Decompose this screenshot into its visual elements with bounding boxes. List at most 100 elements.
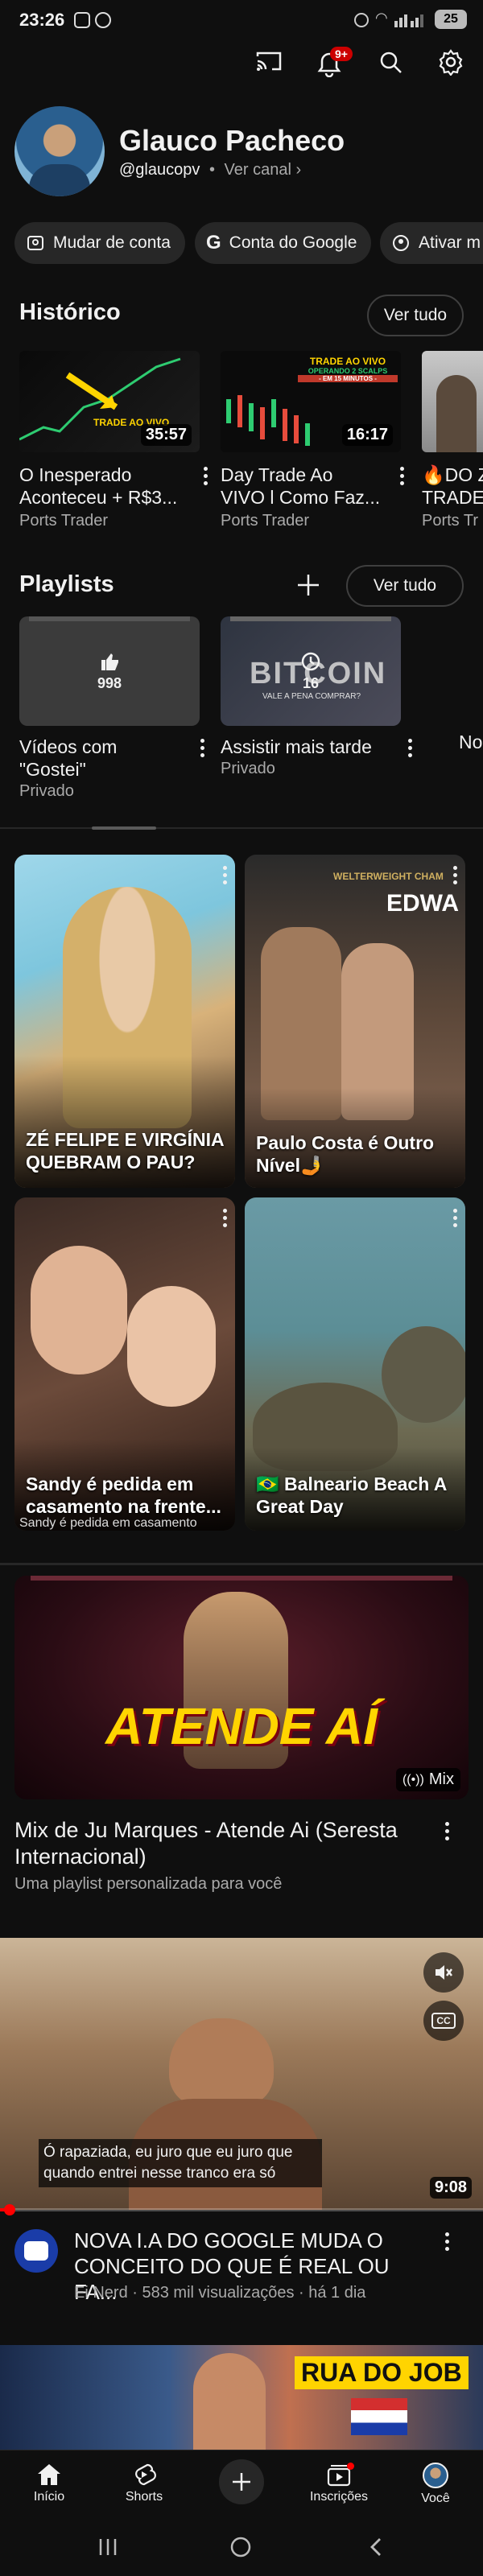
liked-count-overlay: 998: [19, 616, 200, 726]
google-account-chip[interactable]: G Conta do Google: [195, 222, 372, 264]
playlist-title-new[interactable]: No: [459, 731, 483, 753]
more-vert-icon[interactable]: [203, 467, 208, 488]
thumbs-up-icon: [101, 653, 118, 670]
video-player[interactable]: CC Ó rapaziada, eu juro que eu juro que …: [0, 1938, 483, 2210]
more-vert-icon[interactable]: [399, 467, 404, 488]
playlists-see-all-button[interactable]: Ver tudo: [346, 565, 464, 607]
alarm-icon: [354, 13, 369, 27]
more-vert-icon[interactable]: [407, 739, 412, 760]
more-vert-icon[interactable]: [222, 866, 227, 888]
video-views: 583 mil visualizações: [142, 2284, 295, 2302]
history-title-1-line2: Aconteceu + R$3...: [19, 487, 178, 508]
captions-button[interactable]: CC: [423, 2001, 464, 2041]
watch-later-count: 16: [302, 674, 320, 691]
create-button[interactable]: [219, 2459, 264, 2504]
profile-meta[interactable]: @glaucopv • Ver canal ›: [119, 161, 301, 179]
incognito-chip[interactable]: Ativar m: [380, 222, 483, 264]
more-vert-icon[interactable]: [222, 1209, 227, 1230]
nav-home[interactable]: Início: [13, 2463, 85, 2504]
short-card-4[interactable]: 🇧🇷 Balneario Beach A Great Day: [245, 1197, 465, 1531]
history-title-2[interactable]: Day Trade Ao VIVO l Como Faz...: [221, 464, 398, 509]
short-caption-2: Paulo Costa é Outro Nível🤳: [256, 1132, 435, 1176]
short-2-banner-text2: EDWA: [386, 890, 459, 917]
settings-gear-icon[interactable]: [437, 48, 464, 76]
nav-home-label: Início: [33, 2490, 65, 2504]
person-silhouette: [436, 375, 477, 452]
nav-shorts[interactable]: Shorts: [108, 2463, 180, 2504]
mix-thumbnail[interactable]: ATENDE AÍ ((•)) Mix: [14, 1576, 469, 1799]
cast-icon[interactable]: [256, 50, 282, 72]
add-playlist-icon[interactable]: [296, 573, 320, 597]
playlist-thumb-watch-later[interactable]: BITCOIN VALE A PENA COMPRAR? 16: [221, 616, 401, 726]
history-thumb-2[interactable]: TRADE AO VIVO OPERANDO 2 SCALPS - EM 15 …: [221, 351, 401, 452]
history-thumb-1[interactable]: TRADE AO VIVO 35:57: [19, 351, 200, 452]
closed-captions-icon: CC: [431, 2013, 456, 2029]
watch-later-count-overlay: 16: [221, 616, 401, 726]
meta-separator: •: [208, 161, 215, 179]
liked-count: 998: [97, 674, 122, 691]
search-icon[interactable]: [378, 50, 404, 76]
history-title: Histórico: [19, 299, 121, 325]
playlist-title-watch-later[interactable]: Assistir mais tarde: [221, 736, 398, 758]
next-video-person: [193, 2353, 266, 2450]
shorts-icon: [135, 2463, 156, 2486]
video-progress-track[interactable]: [0, 2204, 483, 2215]
video-progress-scrubber[interactable]: [4, 2204, 15, 2215]
short-3-overlay-text: Sandy é pedida em casamento: [19, 1516, 197, 1530]
mute-button[interactable]: [423, 1952, 464, 1993]
nav-subscriptions[interactable]: Inscrições: [303, 2463, 375, 2504]
playlist-privacy-liked: Privado: [19, 782, 74, 800]
more-vert-icon[interactable]: [444, 2232, 449, 2254]
more-vert-icon[interactable]: [452, 866, 457, 888]
incognito-label: Ativar m: [419, 233, 481, 252]
notifications-button[interactable]: 9+: [316, 45, 353, 80]
history-duration-2: 16:17: [341, 424, 393, 446]
video-duration: 9:08: [429, 2177, 472, 2199]
home-circle-icon[interactable]: [229, 2535, 253, 2559]
avatar[interactable]: [14, 106, 105, 196]
switch-account-label: Mudar de conta: [53, 233, 171, 252]
short-card-2[interactable]: WELTERWEIGHT CHAM EDWA Paulo Costa é Out…: [245, 855, 465, 1188]
whatsapp-icon: [95, 12, 111, 28]
history-thumb-3[interactable]: [422, 351, 483, 452]
more-vert-icon[interactable]: [452, 1209, 457, 1230]
google-account-label: Conta do Google: [229, 233, 357, 252]
history-see-all-button[interactable]: Ver tudo: [367, 295, 464, 336]
next-video-thumbnail[interactable]: RUA DO JOB: [0, 2345, 483, 2450]
switch-account-chip[interactable]: Mudar de conta: [14, 222, 185, 264]
flag-icon: [351, 2398, 407, 2435]
playlist-title-liked[interactable]: Vídeos com "Gostei": [19, 736, 180, 781]
volume-off-icon: [436, 1965, 452, 1980]
mix-stack-edge: [31, 1576, 452, 1581]
meta-dot: ·: [132, 2284, 142, 2302]
short-3-face-right: [127, 1286, 216, 1407]
mix-thumb-title: ATENDE AÍ: [105, 1697, 378, 1755]
history-title-3[interactable]: 🔥DO Z TRADE: [422, 464, 483, 509]
view-channel-link[interactable]: Ver canal: [225, 161, 291, 179]
history-title-2-line2: VIVO l Como Faz...: [221, 487, 381, 508]
playlists-title: Playlists: [19, 571, 114, 597]
nav-shorts-label: Shorts: [125, 2490, 163, 2504]
mix-subtitle: Uma playlist personalizada para você: [14, 1875, 283, 1893]
more-vert-icon[interactable]: [200, 739, 204, 760]
history-title-3-line2: TRADE: [422, 487, 483, 508]
history-title-1[interactable]: O Inesperado Aconteceu + R$3...: [19, 464, 196, 509]
playlist-thumb-liked[interactable]: 998: [19, 616, 200, 726]
thumb-2-line3: - EM 15 MINUTOS -: [298, 375, 398, 382]
short-3-face-left: [31, 1246, 127, 1375]
more-vert-icon[interactable]: [444, 1822, 449, 1844]
video-caption: Ó rapaziada, eu juro que eu juro que qua…: [39, 2139, 322, 2187]
short-card-3[interactable]: Sandy é pedida em casamento na frente...…: [14, 1197, 235, 1531]
short-caption-3: Sandy é pedida em casamento na frente...: [26, 1473, 221, 1517]
nav-subscriptions-label: Inscrições: [309, 2490, 369, 2504]
mix-radio-icon: ((•)): [402, 1772, 424, 1787]
mix-title[interactable]: Mix de Ju Marques - Atende Ai (Seresta I…: [14, 1817, 433, 1870]
channel-avatar[interactable]: [14, 2229, 58, 2273]
nav-you[interactable]: Você: [399, 2463, 472, 2506]
playlist-privacy-watch-later: Privado: [221, 760, 275, 777]
back-chevron-icon[interactable]: [367, 2537, 385, 2557]
video-channel[interactable]: Ei Nerd: [74, 2284, 128, 2302]
video-age: há 1 dia: [308, 2284, 366, 2302]
recent-apps-icon[interactable]: [97, 2537, 119, 2557]
short-card-1[interactable]: ZÉ FELIPE E VIRGÍNIA QUEBRAM O PAU?: [14, 855, 235, 1188]
